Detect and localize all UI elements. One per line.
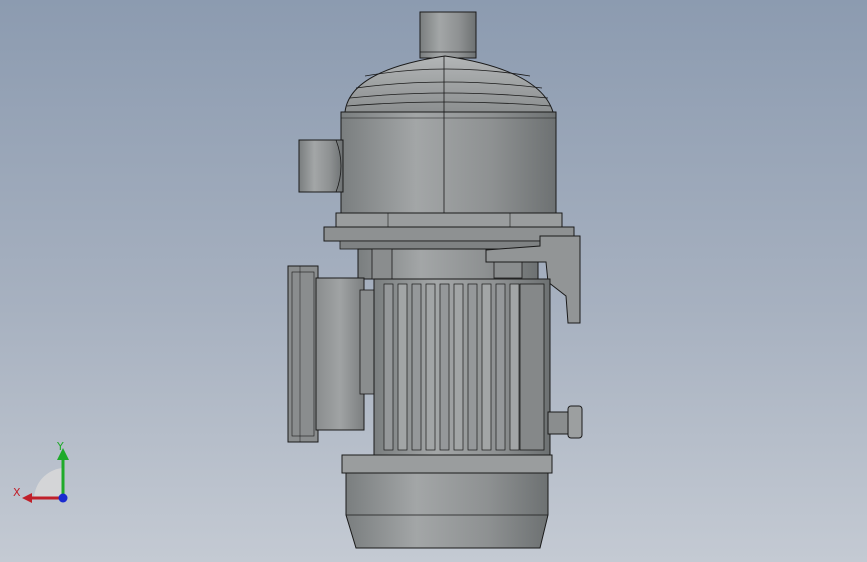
terminal-box[interactable] [287, 265, 383, 443]
graphics-viewport[interactable]: Y X [0, 0, 867, 562]
cooling-fin [425, 283, 436, 451]
pump-dome[interactable] [344, 55, 554, 113]
cooling-fin [383, 283, 394, 451]
z-axis-dot [58, 493, 68, 503]
cooling-fin [467, 283, 478, 451]
coordinate-triad: Y X [13, 440, 69, 503]
motor-body[interactable] [373, 278, 551, 456]
triad-plane [34, 468, 62, 498]
cooling-fin [411, 283, 422, 451]
mounting-flange[interactable] [323, 212, 575, 250]
cooling-fin [481, 283, 492, 451]
cooling-fin [495, 283, 506, 451]
x-axis-label: X [13, 486, 21, 499]
cooling-fin [453, 283, 464, 451]
y-axis-label: Y [56, 440, 64, 453]
cooling-fin [439, 283, 450, 451]
motor-side-panel [519, 283, 545, 451]
x-axis-head [22, 493, 32, 503]
cable-gland[interactable] [547, 405, 583, 439]
fan-cover[interactable] [341, 454, 553, 549]
cooling-fin [397, 283, 408, 451]
pump-motor-model[interactable] [0, 0, 867, 562]
cooling-fin [509, 283, 520, 451]
inlet-nozzle[interactable] [298, 139, 344, 193]
outlet-pipe[interactable] [419, 11, 477, 59]
